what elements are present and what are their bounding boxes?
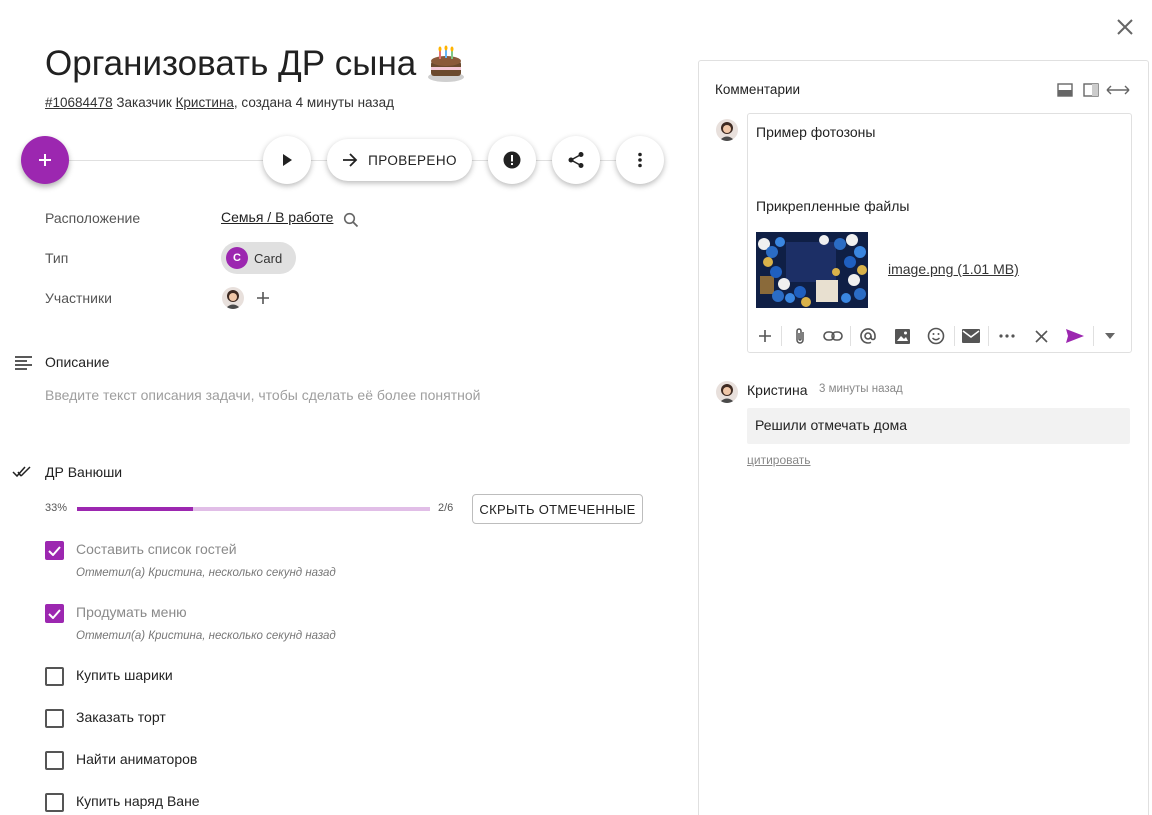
layout-side-icon[interactable] [1083,83,1099,97]
type-chip-avatar: C [226,247,248,269]
checklist-item-note: Отметил(а) Кристина, несколько секунд на… [76,567,336,579]
priority-button[interactable] [488,136,536,184]
created-text: , создана 4 минуты назад [233,95,394,110]
comment-time: 3 минуты назад [819,383,903,395]
share-icon [568,152,584,168]
checklist-item[interactable]: Составить список гостей [76,541,237,557]
add-participant-icon[interactable] [256,291,270,305]
progress-bar-fill [77,507,194,511]
toolbar-separator [781,326,782,346]
description-title: Описание [45,354,110,370]
current-user-avatar [716,119,738,141]
comment-text: Решили отмечать дома [747,408,1130,444]
checklist-item[interactable]: Купить шарики [76,667,173,683]
mention-icon[interactable] [857,325,879,347]
toolbar-separator [850,326,851,346]
cake-emoji [428,45,465,82]
checklist-item[interactable]: Продумать меню [76,604,187,620]
add-fab-button[interactable] [21,136,69,184]
dropdown-icon[interactable] [1099,325,1121,347]
checkbox-checked-icon[interactable] [45,604,64,623]
description-icon [15,356,32,370]
layout-bottom-icon[interactable] [1057,83,1073,97]
close-icon [1117,19,1133,35]
description-placeholder[interactable]: Введите текст описания задачи, чтобы сде… [45,387,480,403]
search-icon[interactable] [343,212,359,228]
type-label: Тип [45,250,69,266]
progress-count: 2/6 [438,502,454,514]
checkbox-checked-icon[interactable] [45,541,64,560]
checklist-item[interactable]: Купить наряд Ване [76,793,200,809]
attachments-title: Прикрепленные файлы [756,198,910,214]
alert-icon [503,151,521,169]
toolbar-separator [988,326,989,346]
location-link[interactable]: Семья / В работе [221,209,333,225]
plus-icon [39,154,51,166]
send-icon[interactable] [1064,325,1086,347]
attachment-file-link[interactable]: image.png (1.01 MB) [888,261,1019,277]
start-timer-button[interactable] [263,136,311,184]
emoji-icon[interactable] [925,325,947,347]
progress-bar [77,507,430,511]
customer-prefix: Заказчик [116,95,172,110]
location-label: Расположение [45,210,141,226]
mail-icon[interactable] [960,325,982,347]
hide-checked-button[interactable]: СКРЫТЬ ОТМЕЧЕННЫЕ [472,494,643,524]
progress-percent: 33% [45,502,68,514]
more-vert-icon [638,152,642,168]
close-button[interactable] [1112,14,1138,40]
checklist-item[interactable]: Найти аниматоров [76,751,197,767]
link-icon[interactable] [822,325,844,347]
type-chip-label: Card [254,250,283,266]
checklist-title[interactable]: ДР Ванюши [45,464,122,480]
toolbar-separator [954,326,955,346]
toolbar-separator [1093,326,1094,346]
task-title[interactable]: Организовать ДР сына [45,44,416,84]
attach-icon[interactable] [789,325,811,347]
customer-link[interactable]: Кристина [176,95,234,110]
arrow-right-icon [343,153,358,167]
comment-author: Кристина [747,382,808,398]
more-options-button[interactable] [616,136,664,184]
checkbox-empty-icon[interactable] [45,709,64,728]
attachment-thumbnail[interactable] [756,232,868,308]
checklist-item-note: Отметил(а) Кристина, несколько секунд на… [76,630,336,642]
checkbox-empty-icon[interactable] [45,667,64,686]
task-id-link[interactable]: #10684478 [45,95,113,110]
type-chip[interactable]: C Card [221,242,296,274]
checkbox-empty-icon[interactable] [45,793,64,812]
play-icon [283,154,292,166]
status-button-label: ПРОВЕРЕНО [368,152,457,168]
add-icon[interactable] [754,325,776,347]
share-button[interactable] [552,136,600,184]
participants-label: Участники [45,290,112,306]
double-check-icon [12,466,31,478]
task-title-row: Организовать ДР сына [45,44,466,84]
checkbox-empty-icon[interactable] [45,751,64,770]
quote-link[interactable]: цитировать [747,453,811,467]
status-checked-button[interactable]: ПРОВЕРЕНО [327,139,472,181]
comment-author-avatar [716,381,738,403]
more-horiz-icon[interactable] [996,325,1018,347]
discard-icon[interactable] [1030,325,1052,347]
comments-title: Комментарии [715,82,801,97]
participant-avatar[interactable] [222,287,244,309]
image-icon[interactable] [891,325,913,347]
expand-horizontal-icon[interactable] [1106,85,1130,95]
task-meta: #10684478 Заказчик Кристина, создана 4 м… [45,95,394,110]
checklist-item[interactable]: Заказать торт [76,709,166,725]
comment-draft-text[interactable]: Пример фотозоны [756,124,875,140]
